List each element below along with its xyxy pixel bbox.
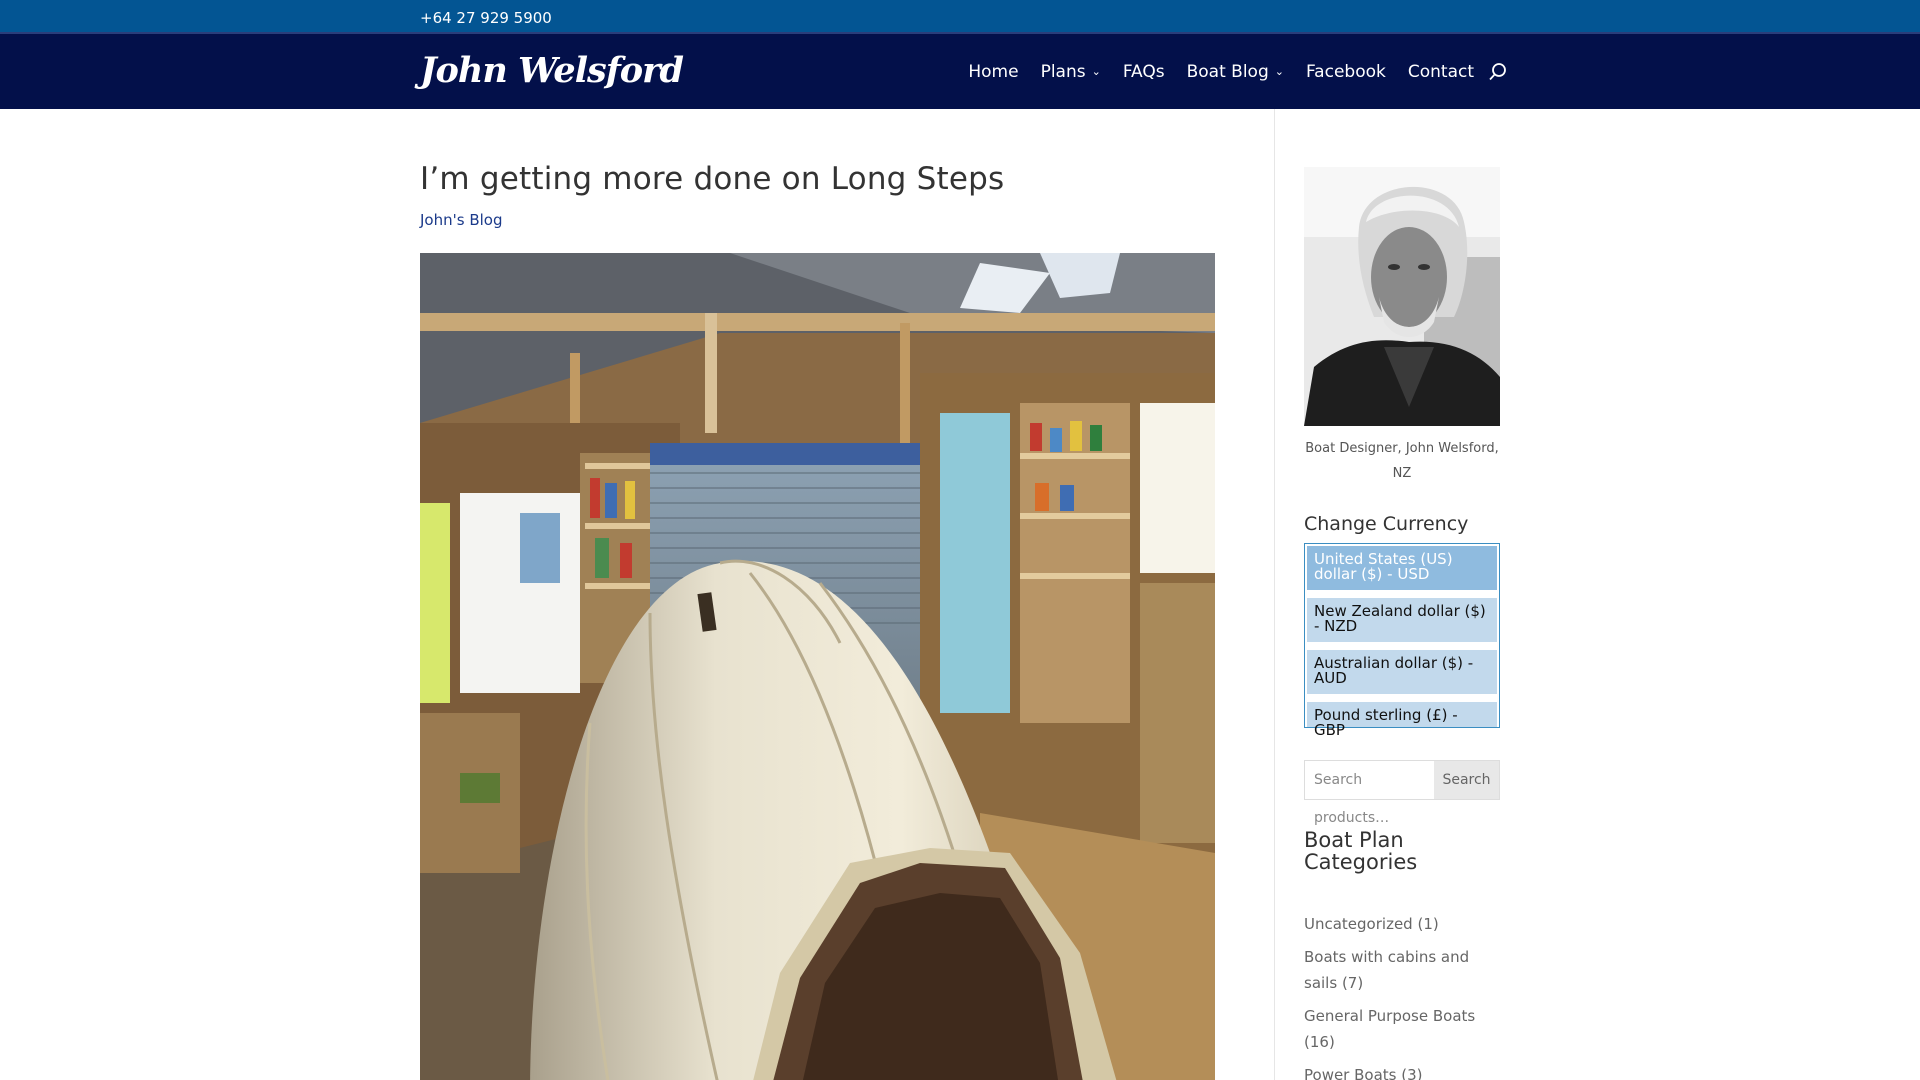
content-divider bbox=[1274, 109, 1275, 1080]
list-item: General Purpose Boats (16) bbox=[1304, 1003, 1504, 1055]
chevron-down-icon: ⌄ bbox=[1274, 65, 1284, 78]
site-header: John Welsford Home Plans ⌄ FAQs Boat Blog… bbox=[0, 32, 1920, 109]
nav-item-faqs[interactable]: FAQs bbox=[1123, 62, 1165, 82]
designer-portrait bbox=[1304, 167, 1500, 426]
category-list: Uncategorized (1) Boats with cabins and … bbox=[1304, 911, 1504, 1080]
nav-label: Boat Blog bbox=[1186, 61, 1269, 82]
post-category-link[interactable]: John's Blog bbox=[420, 211, 502, 229]
nav-item-home[interactable]: Home bbox=[968, 62, 1018, 82]
currency-option-aud[interactable]: Australian dollar ($) - AUD bbox=[1307, 650, 1497, 694]
nav-label: FAQs bbox=[1122, 61, 1165, 82]
portrait-photo bbox=[1304, 167, 1500, 426]
portrait-caption: Boat Designer, John Welsford, NZ bbox=[1305, 441, 1499, 481]
top-bar: +64 27 929 5900 bbox=[0, 0, 1920, 32]
chevron-down-icon: ⌄ bbox=[1091, 65, 1101, 78]
product-search-input[interactable]: Search products… bbox=[1305, 761, 1433, 826]
category-count: (1) bbox=[1417, 915, 1439, 933]
category-count: (3) bbox=[1401, 1066, 1423, 1080]
product-search-button[interactable]: Search bbox=[1434, 761, 1499, 799]
category-count: (16) bbox=[1304, 1033, 1335, 1051]
currency-option-gbp[interactable]: Pound sterling (£) - GBP bbox=[1307, 702, 1497, 738]
currency-widget-title: Change Currency bbox=[1304, 513, 1469, 535]
currency-option-usd[interactable]: United States (US) dollar ($) - USD bbox=[1307, 546, 1497, 590]
category-link[interactable]: Boats with cabins and sails bbox=[1304, 948, 1469, 992]
list-item: Power Boats (3) bbox=[1304, 1062, 1504, 1080]
categories-widget-title: Boat Plan Categories bbox=[1304, 828, 1418, 874]
nav-item-contact[interactable]: Contact bbox=[1408, 62, 1474, 82]
nav-item-facebook[interactable]: Facebook bbox=[1306, 62, 1386, 82]
nav-label: Plans bbox=[1040, 61, 1086, 82]
category-link[interactable]: Uncategorized bbox=[1304, 915, 1413, 933]
logo-text: John Welsford bbox=[420, 50, 684, 91]
nav-label: Facebook bbox=[1305, 61, 1386, 82]
currency-select[interactable]: United States (US) dollar ($) - USD New … bbox=[1304, 543, 1500, 738]
list-item: Boats with cabins and sails (7) bbox=[1304, 944, 1504, 996]
post-image bbox=[420, 253, 1215, 1080]
category-link[interactable]: General Purpose Boats bbox=[1304, 1007, 1475, 1025]
nav-label: Home bbox=[968, 61, 1019, 82]
phone-number[interactable]: +64 27 929 5900 bbox=[420, 9, 552, 27]
category-count: (7) bbox=[1341, 974, 1364, 992]
boat-hull-workshop-photo bbox=[420, 253, 1215, 1080]
currency-option-nzd[interactable]: New Zealand dollar ($) - NZD bbox=[1307, 598, 1497, 642]
search-icon[interactable] bbox=[1488, 62, 1508, 82]
post-title: I’m getting more done on Long Steps bbox=[420, 161, 1005, 197]
product-search: Search products… Search bbox=[1304, 760, 1500, 826]
nav-label: Contact bbox=[1407, 61, 1474, 82]
nav-item-plans[interactable]: Plans ⌄ bbox=[1041, 62, 1101, 82]
list-item: Uncategorized (1) bbox=[1304, 911, 1504, 937]
nav-item-boat-blog[interactable]: Boat Blog ⌄ bbox=[1187, 62, 1284, 82]
site-logo[interactable]: John Welsford bbox=[420, 50, 684, 94]
category-link[interactable]: Power Boats bbox=[1304, 1066, 1396, 1080]
main-nav: Home Plans ⌄ FAQs Boat Blog ⌄ Facebook Con… bbox=[946, 34, 1508, 109]
